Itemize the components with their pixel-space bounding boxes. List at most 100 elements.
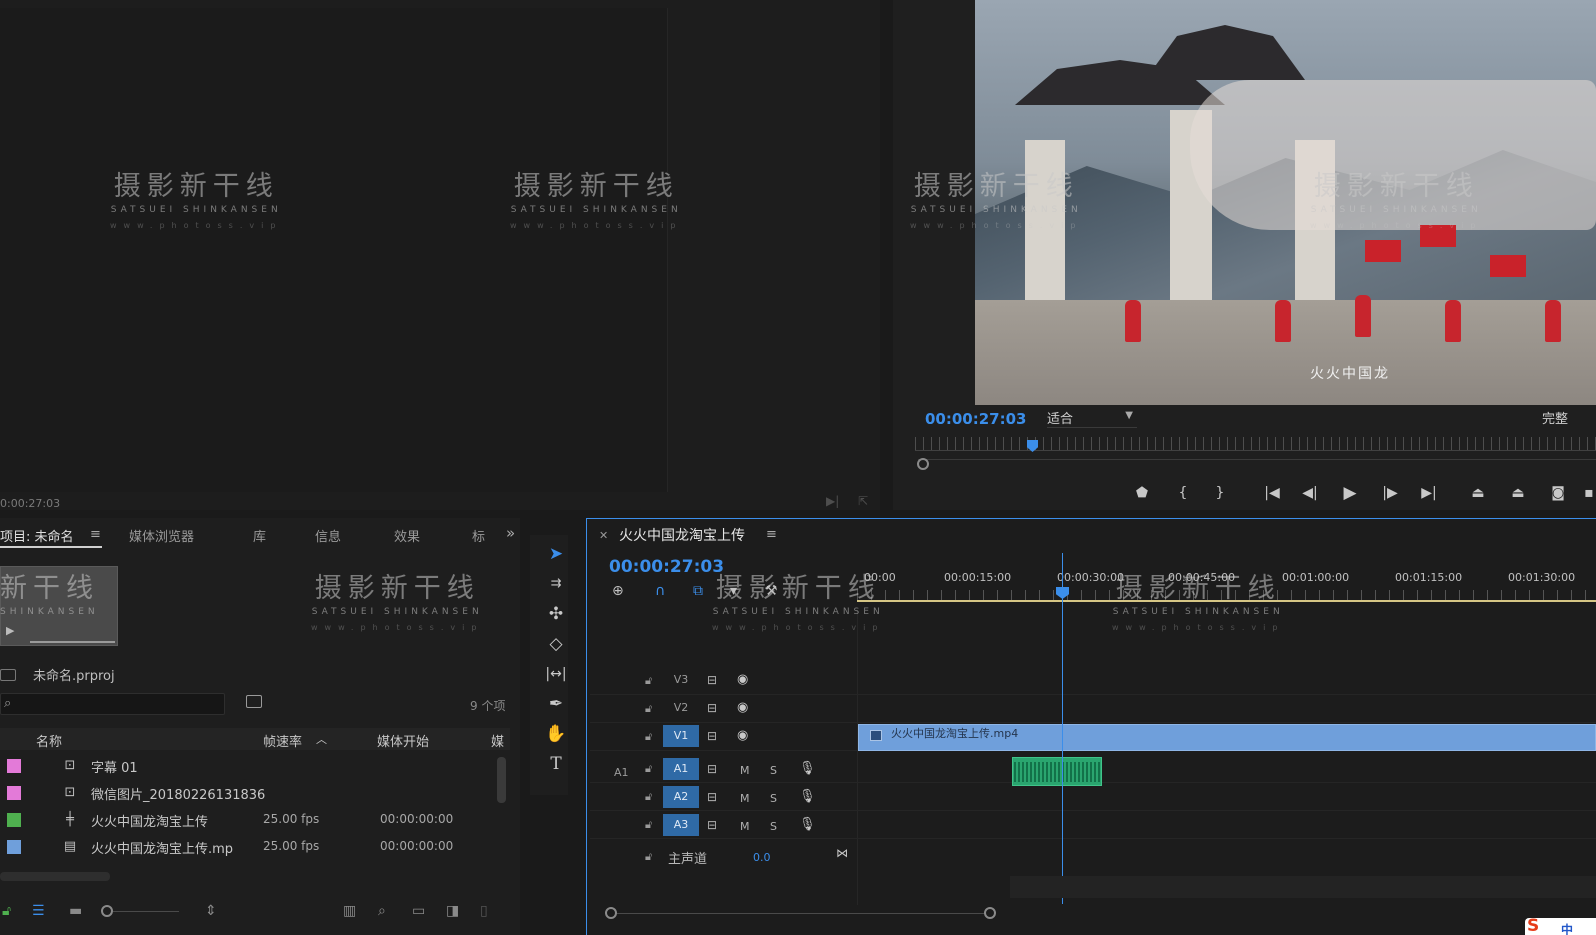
slip-tool-icon[interactable]: |↔| (544, 662, 568, 686)
thumbnail-play-icon[interactable]: ▶ (6, 624, 14, 637)
microphone-icon[interactable]: 🎙︎ (799, 817, 816, 832)
add-marker-icon[interactable]: ▾ (730, 583, 737, 599)
source-insert-icon[interactable]: ▶| (826, 494, 844, 508)
timeline-timecode[interactable]: 00:00:27:03 (609, 557, 724, 577)
track-target-a2[interactable]: A2 (663, 786, 699, 808)
ripple-edit-tool-icon[interactable]: ✣ (544, 602, 568, 626)
eye-icon[interactable]: ◉ (737, 672, 748, 687)
label-color-swatch[interactable] (7, 840, 21, 854)
microphone-icon[interactable]: 🎙︎ (799, 789, 816, 804)
sync-lock-icon[interactable]: ⊟ (707, 673, 717, 687)
work-area-bar[interactable] (857, 600, 1596, 602)
extract-icon[interactable]: ⏏ (1505, 483, 1531, 503)
timeline-ruler-ticks[interactable] (857, 590, 1596, 600)
snap-icon[interactable]: ∩ (655, 583, 665, 599)
automate-to-sequence-icon[interactable]: ▥ (343, 903, 356, 919)
lock-icon[interactable]: 🔓︎ (645, 730, 652, 744)
selection-tool-icon[interactable]: ➤ (544, 542, 568, 566)
type-tool-icon[interactable]: T (544, 752, 568, 776)
ime-language-indicator[interactable]: 中 (1561, 921, 1573, 935)
mark-in-icon[interactable]: { (1170, 483, 1196, 503)
project-item-name[interactable]: 字幕 01 (91, 757, 138, 776)
project-horizontal-scrollbar[interactable] (0, 872, 110, 881)
ime-brand-icon[interactable]: S (1527, 916, 1539, 935)
mute-button[interactable]: M (740, 792, 750, 805)
zoom-slider-track[interactable] (113, 911, 179, 912)
track-target-a1[interactable]: A1 (663, 758, 699, 780)
mute-button[interactable]: M (740, 764, 750, 777)
lift-icon[interactable]: ⏏ (1465, 483, 1491, 503)
column-media-more[interactable]: 媒 (491, 731, 504, 750)
source-monitor-canvas[interactable] (0, 8, 668, 492)
program-zoom-handle[interactable] (917, 458, 929, 470)
sync-lock-icon[interactable]: ⊟ (707, 701, 717, 715)
timeline-playhead-line[interactable] (1062, 553, 1063, 904)
track-select-tool-icon[interactable]: ⇉ (544, 572, 568, 596)
column-frame-rate[interactable]: 帧速率 (263, 731, 302, 750)
razor-tool-icon[interactable]: ◇ (544, 632, 568, 656)
play-icon[interactable]: ▶ (1337, 483, 1363, 503)
lock-icon[interactable]: 🔓︎ (645, 762, 652, 776)
timeline-zoom-scrollbar[interactable] (611, 913, 991, 914)
close-icon[interactable]: ✕ (599, 529, 608, 542)
tab-media-browser[interactable]: 媒体浏览器 (129, 526, 194, 545)
project-vertical-scrollbar[interactable] (497, 757, 506, 803)
lock-icon[interactable]: 🔓︎ (645, 674, 652, 688)
column-media-start[interactable]: 媒体开始 (377, 731, 429, 750)
lock-icon[interactable]: 🔓︎ (645, 790, 652, 804)
label-color-swatch[interactable] (7, 813, 21, 827)
column-name[interactable]: 名称 (36, 731, 62, 750)
new-item-icon[interactable]: ◨ (446, 903, 459, 919)
new-bin-icon[interactable]: ▭ (412, 903, 425, 919)
master-volume[interactable]: 0.0 (753, 851, 771, 864)
project-item-name[interactable]: 火火中国龙淘宝上传 (91, 811, 208, 830)
timeline-zoom-handle-left[interactable] (605, 907, 617, 919)
project-item-name[interactable]: 微信图片_20180226131836 (91, 784, 265, 803)
zoom-slider-handle[interactable] (101, 905, 113, 917)
lock-icon[interactable]: 🔓︎ (2, 903, 11, 919)
timeline-zoom-handle-right[interactable] (984, 907, 996, 919)
sort-icon[interactable]: ⇕ (205, 903, 217, 919)
thumbnail-scrub-bar[interactable] (30, 641, 115, 643)
lock-icon[interactable]: 🔓︎ (645, 702, 652, 716)
label-color-swatch[interactable] (7, 759, 21, 773)
sync-lock-icon[interactable]: ⊟ (707, 818, 717, 832)
solo-button[interactable]: S (770, 764, 777, 777)
icon-view-icon[interactable]: ▬ (69, 903, 82, 919)
hand-tool-icon[interactable]: ✋ (544, 722, 568, 746)
wrench-icon[interactable]: ⚒ (765, 583, 778, 599)
track-target-v2[interactable]: V2 (663, 697, 699, 719)
sequence-menu-icon[interactable]: ≡ (766, 527, 777, 542)
sort-ascending-icon[interactable]: ︿ (316, 731, 327, 747)
sequence-tab[interactable]: 火火中国龙淘宝上传 (619, 525, 745, 545)
pen-tool-icon[interactable]: ✒ (544, 692, 568, 716)
source-timecode[interactable]: 0:00:27:03 (0, 497, 60, 510)
nest-toggle-icon[interactable]: ⊕ (612, 583, 624, 599)
program-timecode[interactable]: 00:00:27:03 (925, 410, 1027, 428)
lock-icon[interactable]: 🔓︎ (645, 818, 652, 832)
overflow-icon[interactable]: ▪ (1576, 483, 1596, 503)
tab-project[interactable]: 项目: 未命名 (0, 526, 74, 545)
find-icon[interactable]: ⌕ (378, 903, 386, 919)
add-marker-icon[interactable]: ⬟ (1129, 483, 1155, 503)
tab-markers[interactable]: 标 (472, 526, 485, 545)
step-forward-icon[interactable]: |▶ (1377, 483, 1403, 503)
track-target-v1[interactable]: V1 (663, 725, 699, 747)
linked-selection-icon[interactable]: ⧉ (693, 583, 703, 599)
go-to-out-icon[interactable]: ▶| (1416, 483, 1442, 503)
new-search-bin-icon[interactable] (246, 695, 262, 708)
mute-button[interactable]: M (740, 820, 750, 833)
track-target-v3[interactable]: V3 (663, 669, 699, 691)
trash-icon[interactable]: ▯ (480, 903, 488, 919)
mark-out-icon[interactable]: } (1207, 483, 1233, 503)
lock-icon[interactable]: 🔓︎ (645, 850, 652, 864)
camera-icon[interactable]: ◙ (1545, 483, 1571, 503)
tab-overflow-icon[interactable]: » (506, 524, 515, 542)
label-color-swatch[interactable] (7, 786, 21, 800)
tab-effects[interactable]: 效果 (394, 526, 420, 545)
zoom-fit-select[interactable]: 适合 ▼ (1047, 408, 1137, 428)
list-view-icon[interactable]: ☰ (32, 903, 45, 919)
tab-menu-icon[interactable]: ≡ (90, 527, 101, 542)
sync-lock-icon[interactable]: ⊟ (707, 790, 717, 804)
source-export-icon[interactable]: ⇱ (858, 494, 876, 508)
